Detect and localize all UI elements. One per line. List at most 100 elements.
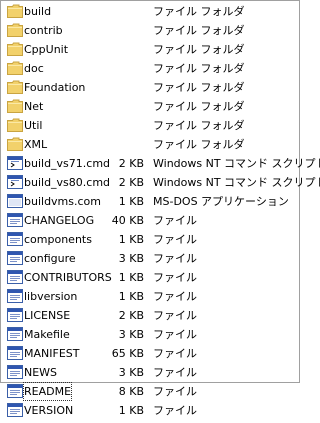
file-row[interactable]: CppUnit ファイル フォルダ: [3, 40, 299, 59]
file-name[interactable]: CHANGELOG: [24, 211, 94, 230]
file-type: MS-DOS アプリケーション: [153, 195, 289, 208]
file-size: 1 KB: [118, 195, 144, 208]
file-type: ファイル: [153, 366, 197, 379]
file-name[interactable]: LICENSE: [24, 306, 70, 325]
file-icon: [7, 308, 23, 322]
file-size: 8 KB: [118, 385, 144, 398]
file-row[interactable]: contrib ファイル フォルダ: [3, 21, 299, 40]
file-type: ファイル: [153, 290, 197, 303]
file-row[interactable]: doc ファイル フォルダ: [3, 59, 299, 78]
file-type: ファイル フォルダ: [153, 138, 245, 151]
file-type: ファイル: [153, 385, 197, 398]
folder-icon: [7, 42, 23, 56]
folder-icon: [7, 61, 23, 75]
file-name[interactable]: MANIFEST: [24, 344, 79, 363]
file-row[interactable]: configure 3 KB ファイル: [3, 249, 299, 268]
folder-icon: [7, 80, 23, 94]
file-name[interactable]: Makefile: [24, 325, 70, 344]
file-row[interactable]: Util ファイル フォルダ: [3, 116, 299, 135]
file-size: 3 KB: [118, 328, 144, 341]
command-script-icon: [7, 175, 23, 189]
file-type: ファイル: [153, 271, 197, 284]
file-name[interactable]: NEWS: [24, 363, 57, 382]
file-size: 3 KB: [118, 252, 144, 265]
file-name[interactable]: libversion: [24, 287, 77, 306]
file-row[interactable]: Makefile 3 KB ファイル: [3, 325, 299, 344]
file-list: build ファイル フォルダ contrib ファイル フォルダ CppUnit ファイ…: [3, 2, 320, 420]
file-name[interactable]: XML: [24, 135, 47, 154]
file-name[interactable]: configure: [24, 249, 76, 268]
file-type: ファイル フォルダ: [153, 43, 245, 56]
file-icon: [7, 403, 23, 417]
file-row[interactable]: README 8 KB ファイル: [3, 382, 299, 401]
file-name[interactable]: CppUnit: [24, 40, 68, 59]
file-name[interactable]: buildvms.com: [24, 192, 101, 211]
file-icon: [7, 289, 23, 303]
file-size: 1 KB: [118, 404, 144, 417]
file-row[interactable]: build_vs80.cmd 2 KB Windows NT コマンド スクリプト: [3, 173, 320, 192]
file-size: 2 KB: [118, 176, 144, 189]
file-name[interactable]: VERSION: [24, 401, 73, 420]
file-size: 1 KB: [118, 271, 144, 284]
file-type: ファイル: [153, 309, 197, 322]
file-size: 65 KB: [111, 347, 144, 360]
file-icon: [7, 251, 23, 265]
file-name[interactable]: Net: [24, 97, 43, 116]
file-size: 3 KB: [118, 366, 144, 379]
file-type: ファイル フォルダ: [153, 5, 245, 18]
file-row[interactable]: build ファイル フォルダ: [3, 2, 299, 21]
file-size: 2 KB: [118, 309, 144, 322]
file-size: 1 KB: [118, 290, 144, 303]
file-size: 2 KB: [118, 157, 144, 170]
file-list-pane: build ファイル フォルダ contrib ファイル フォルダ CppUnit ファイ…: [0, 0, 320, 417]
file-row[interactable]: VERSION 1 KB ファイル: [3, 401, 299, 420]
file-type: ファイル フォルダ: [153, 100, 245, 113]
folder-icon: [7, 23, 23, 37]
file-row[interactable]: Net ファイル フォルダ: [3, 97, 299, 116]
file-row[interactable]: NEWS 3 KB ファイル: [3, 363, 299, 382]
msdos-application-icon: [7, 194, 23, 208]
file-type: ファイル フォルダ: [153, 62, 245, 75]
file-row[interactable]: CONTRIBUTORS 1 KB ファイル: [3, 268, 299, 287]
file-row[interactable]: XML ファイル フォルダ: [3, 135, 299, 154]
file-row[interactable]: Foundation ファイル フォルダ: [3, 78, 299, 97]
file-type: Windows NT コマンド スクリプト: [153, 157, 320, 170]
file-row[interactable]: buildvms.com 1 KB MS-DOS アプリケーション: [3, 192, 299, 211]
folder-icon: [7, 99, 23, 113]
command-script-icon: [7, 156, 23, 170]
file-type: ファイル: [153, 214, 197, 227]
file-type: ファイル: [153, 404, 197, 417]
file-name[interactable]: doc: [24, 59, 44, 78]
file-row[interactable]: components 1 KB ファイル: [3, 230, 299, 249]
file-type: ファイル: [153, 252, 197, 265]
file-row[interactable]: libversion 1 KB ファイル: [3, 287, 299, 306]
file-icon: [7, 213, 23, 227]
file-icon: [7, 365, 23, 379]
file-type: ファイル フォルダ: [153, 24, 245, 37]
file-row[interactable]: LICENSE 2 KB ファイル: [3, 306, 299, 325]
file-type: ファイル: [153, 328, 197, 341]
file-name[interactable]: components: [24, 230, 92, 249]
file-type: ファイル: [153, 233, 197, 246]
file-icon: [7, 346, 23, 360]
folder-icon: [7, 137, 23, 151]
file-row[interactable]: MANIFEST 65 KB ファイル: [3, 344, 299, 363]
file-name[interactable]: build: [24, 2, 51, 21]
file-name[interactable]: Util: [24, 116, 42, 135]
file-name[interactable]: build_vs71.cmd: [24, 154, 110, 173]
file-type: ファイル フォルダ: [153, 81, 245, 94]
file-icon: [7, 232, 23, 246]
file-row[interactable]: CHANGELOG 40 KB ファイル: [3, 211, 299, 230]
file-icon: [7, 270, 23, 284]
file-size: 40 KB: [111, 214, 144, 227]
file-name[interactable]: README: [23, 382, 73, 401]
folder-icon: [7, 4, 23, 18]
file-row[interactable]: build_vs71.cmd 2 KB Windows NT コマンド スクリプト: [3, 154, 320, 173]
file-size: 1 KB: [118, 233, 144, 246]
file-name[interactable]: build_vs80.cmd: [24, 173, 110, 192]
file-name[interactable]: CONTRIBUTORS: [24, 268, 112, 287]
file-name[interactable]: Foundation: [24, 78, 85, 97]
file-type: Windows NT コマンド スクリプト: [153, 176, 320, 189]
file-type: ファイル: [153, 347, 197, 360]
file-name[interactable]: contrib: [24, 21, 63, 40]
